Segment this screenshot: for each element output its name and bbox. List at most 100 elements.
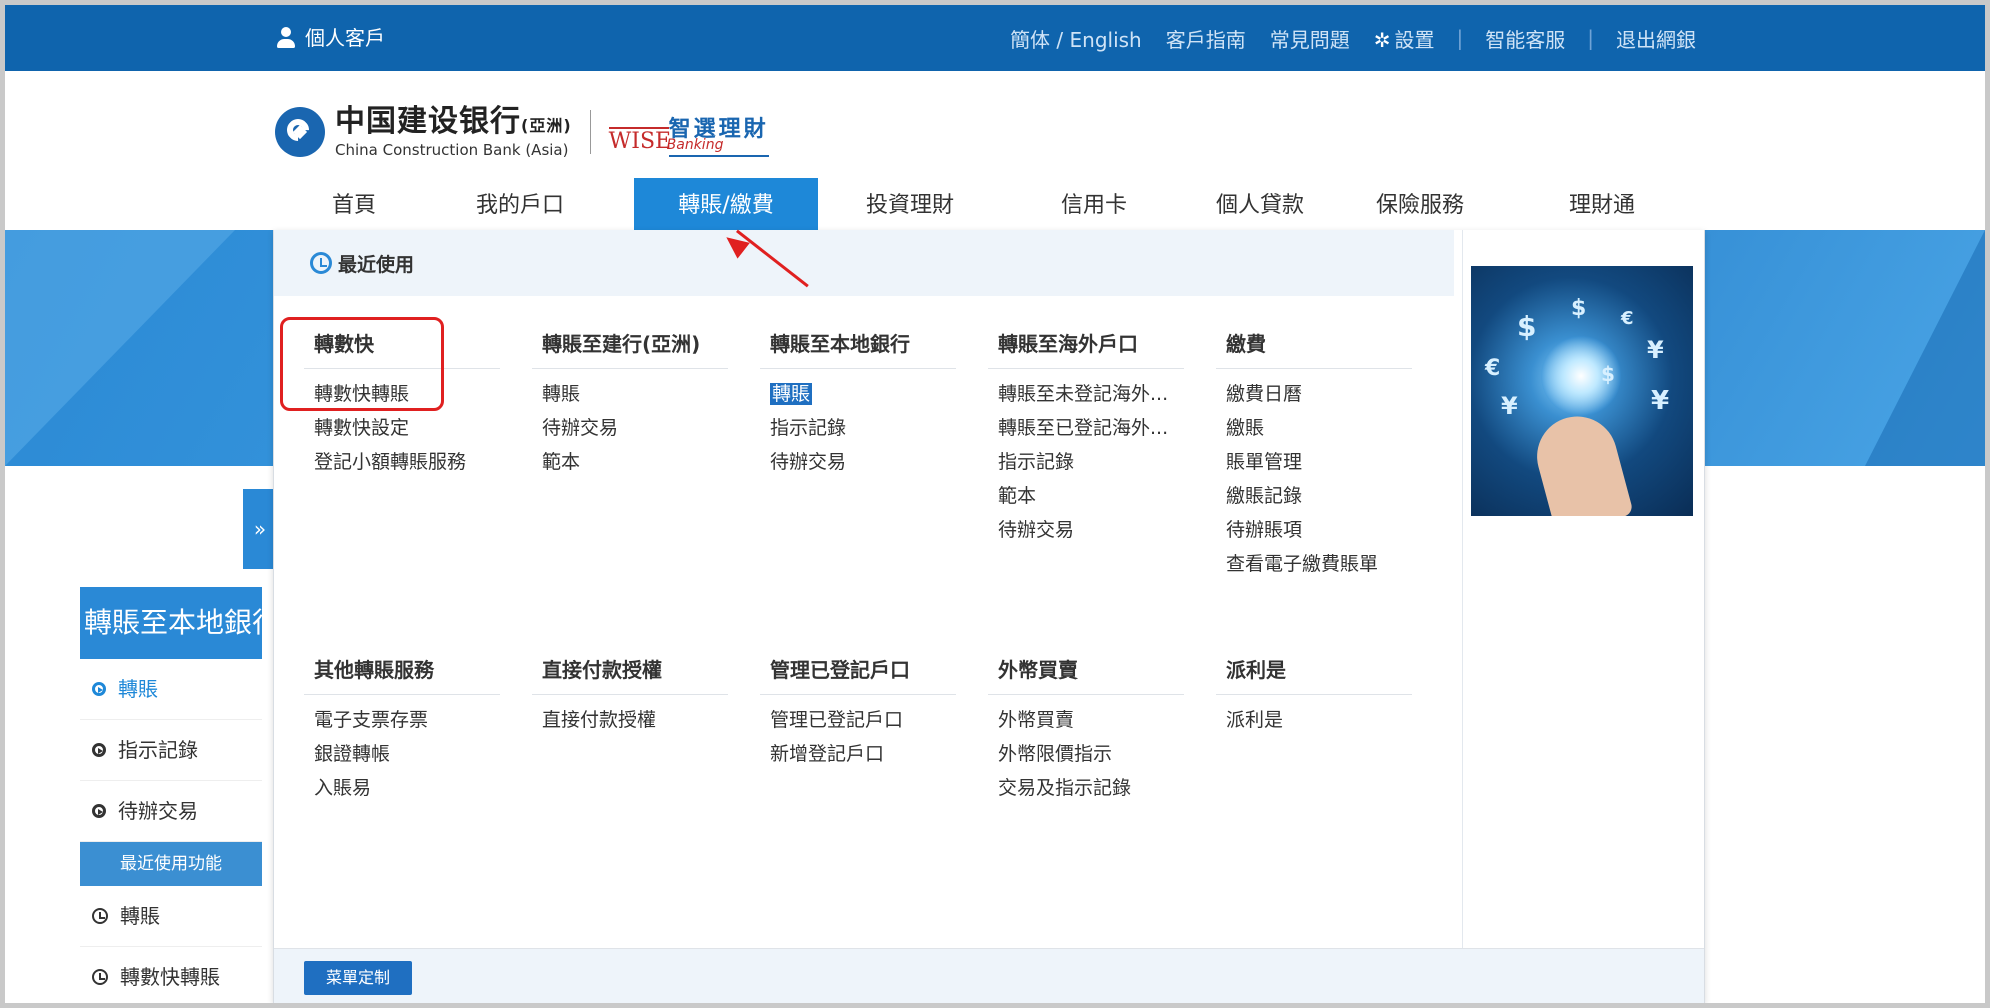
personal-customer-link[interactable]: 個人客戶 [275,5,385,71]
play-circle-icon [92,804,106,818]
menu-link[interactable]: 外幣買賣 [988,703,1184,737]
nav-wealth-connect[interactable]: 理財通 [1510,178,1694,234]
nav-my-accounts[interactable]: 我的戶口 [428,178,612,234]
menu-link[interactable]: 轉數快設定 [304,411,500,445]
divider: | [1587,26,1594,50]
menu-footer: 菜單定制 [274,948,1704,1003]
menu-link[interactable]: 指示記錄 [988,445,1184,479]
logo-en: China Construction Bank (Asia) [335,141,569,159]
menu-link[interactable]: 交易及指示記錄 [988,771,1184,805]
sidebar-item-transfer[interactable]: 轉賬 [80,659,262,720]
menu-link[interactable]: 待辦交易 [988,513,1184,547]
logo-area[interactable]: 中国建设银行(亞洲) China Construction Bank (Asia… [275,100,774,164]
nav-personal-loan[interactable]: 個人貸款 [1180,178,1340,234]
personal-customer-label: 個人客戶 [305,26,385,50]
menu-link[interactable]: 入賬易 [304,771,500,805]
transfer-mega-menu: 最近使用 $ $ € ¥ € ¥ ¥ $ 轉數快 轉數快轉賬 轉數快設定 登記小… [273,230,1705,1003]
menu-link[interactable]: 繳賬記錄 [1216,479,1412,513]
settings-link[interactable]: ✲ 設置 [1362,24,1447,53]
wise-en: WISE [608,129,672,154]
sidebar-item-pending-transactions[interactable]: 待辦交易 [80,781,262,842]
menu-column-ccba-transfer: 轉賬至建行(亞洲) 轉賬 待辦交易 範本 [532,320,728,479]
menu-heading: 轉賬至本地銀行 [760,320,956,369]
menu-column-red-packet: 派利是 派利是 [1216,646,1412,737]
play-circle-icon [92,743,106,757]
menu-link[interactable]: 轉賬至已登記海外... [988,411,1184,445]
menu-link[interactable]: 查看電子繳費賬單 [1216,547,1412,581]
logo-cn-suffix: (亞洲) [521,116,572,135]
customer-guide-link[interactable]: 客戶指南 [1154,24,1258,53]
recent-bar: 最近使用 [274,230,1454,296]
sidebar-recent-fps-transfer[interactable]: 轉數快轉賬 [80,947,262,1003]
wise-sub: Banking [666,137,724,153]
ccb-logo-icon [275,107,325,157]
person-icon [275,26,297,50]
menu-link[interactable]: 待辦賬項 [1216,513,1412,547]
menu-link[interactable]: 登記小額轉賬服務 [304,445,500,479]
logo-divider [589,110,591,154]
menu-link[interactable]: 外幣限價指示 [988,737,1184,771]
menu-link[interactable]: 派利是 [1216,703,1412,737]
menu-link[interactable]: 直接付款授權 [532,703,728,737]
clock-icon [92,908,108,924]
menu-column-registered-accounts: 管理已登記戶口 管理已登記戶口 新增登記戶口 [760,646,956,771]
faq-link[interactable]: 常見問題 [1258,24,1362,53]
menu-link[interactable]: 待辦交易 [532,411,728,445]
menu-heading: 直接付款授權 [532,646,728,695]
expand-sidebar-button[interactable]: » [243,489,277,569]
sidebar-item-label: 轉賬 [118,677,158,701]
menu-link[interactable]: 指示記錄 [760,411,956,445]
clock-icon [92,969,108,985]
sidebar-recent-title: 最近使用功能 [80,842,262,886]
play-circle-icon [92,682,106,696]
annotation-highlight-box [280,317,444,411]
menu-link[interactable]: 範本 [988,479,1184,513]
recent-heading: 最近使用 [338,253,415,276]
recent-used-link[interactable]: 最近使用 [310,230,414,296]
clock-icon [310,252,332,274]
nav-home[interactable]: 首頁 [280,178,428,234]
sidebar-item-label: 指示記錄 [118,738,198,762]
sidebar-title: 轉賬至本地銀行 [80,587,262,659]
promo-image[interactable]: $ $ € ¥ € ¥ ¥ $ [1471,266,1693,516]
logo-text: 中国建设银行(亞洲) China Construction Bank (Asia… [335,104,572,159]
menu-column-bill-payment: 繳費 繳費日曆 繳賬 賬單管理 繳賬記錄 待辦賬項 查看電子繳費賬單 [1216,320,1412,581]
menu-link[interactable]: 繳賬 [1216,411,1412,445]
menu-link[interactable]: 管理已登記戶口 [760,703,956,737]
top-bar: 個人客戶 簡体 / English 客戶指南 常見問題 ✲ 設置 | 智能客服 |… [5,5,1985,71]
nav-investment[interactable]: 投資理財 [818,178,1002,234]
sidebar-item-instruction-records[interactable]: 指示記錄 [80,720,262,781]
nav-transfer-payment[interactable]: 轉賬/繳費 [634,178,818,234]
menu-heading: 繳費 [1216,320,1412,369]
sidebar: 轉賬至本地銀行 轉賬 指示記錄 待辦交易 最近使用功能 轉賬 轉數快轉賬 [80,587,262,1003]
customize-menu-button[interactable]: 菜單定制 [304,961,412,995]
main-nav: 首頁 我的戶口 轉賬/繳費 投資理財 信用卡 個人貸款 保險服務 理財通 [280,178,1705,234]
menu-link[interactable]: 待辦交易 [760,445,956,479]
menu-link[interactable]: 賬單管理 [1216,445,1412,479]
menu-link[interactable]: 轉賬 [532,377,728,411]
menu-link[interactable]: 繳費日曆 [1216,377,1412,411]
top-nav: 簡体 / English 客戶指南 常見問題 ✲ 設置 | 智能客服 | 退出網銀 [998,5,1708,71]
menu-heading: 派利是 [1216,646,1412,695]
nav-insurance[interactable]: 保險服務 [1340,178,1500,234]
menu-heading: 外幣買賣 [988,646,1184,695]
menu-link-active[interactable]: 轉賬 [760,377,956,411]
menu-heading: 其他轉賬服務 [304,646,500,695]
logout-link[interactable]: 退出網銀 [1604,24,1708,53]
sidebar-recent-transfer[interactable]: 轉賬 [80,886,262,947]
sidebar-item-label: 待辦交易 [118,799,198,823]
menu-link[interactable]: 銀證轉帳 [304,737,500,771]
menu-link[interactable]: 電子支票存票 [304,703,500,737]
language-link[interactable]: 簡体 / English [998,24,1154,53]
menu-link[interactable]: 轉賬至未登記海外... [988,377,1184,411]
menu-heading: 轉賬至建行(亞洲) [532,320,728,369]
menu-heading: 轉賬至海外戶口 [988,320,1184,369]
menu-link[interactable]: 範本 [532,445,728,479]
nav-credit-card[interactable]: 信用卡 [1002,178,1186,234]
menu-link[interactable]: 新增登記戶口 [760,737,956,771]
wise-line [668,155,769,157]
menu-column-fx-trading: 外幣買賣 外幣買賣 外幣限價指示 交易及指示記錄 [988,646,1184,805]
logo-cn: 中国建设银行 [335,104,521,139]
smart-service-link[interactable]: 智能客服 [1473,24,1577,53]
menu-link-label: 轉賬 [770,383,813,405]
